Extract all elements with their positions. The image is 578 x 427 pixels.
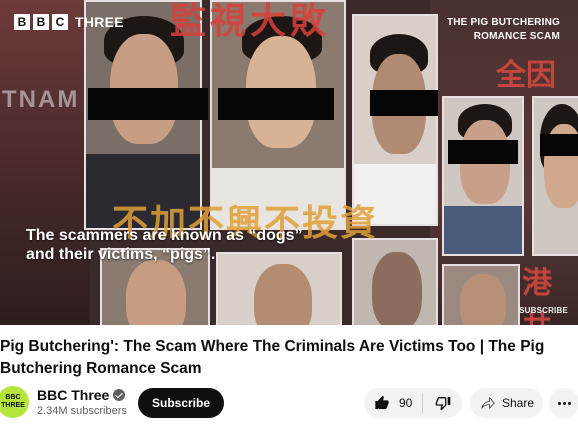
map-label: TNAM — [2, 86, 80, 113]
subtitle-line: The scammers are known as “dogs” — [26, 227, 303, 244]
share-button[interactable]: Share — [470, 388, 543, 418]
video-subtitle: The scammers are known as “dogs” and the… — [26, 226, 303, 264]
channel-name[interactable]: BBC Three — [37, 387, 126, 403]
censor-bar — [88, 88, 208, 120]
more-dot — [567, 401, 571, 405]
verified-icon — [113, 389, 126, 401]
thumbs-down-icon — [435, 397, 450, 411]
bbc-three-logo: B B C THREE — [14, 14, 124, 30]
bbc-three-text: THREE — [75, 14, 124, 30]
avatar-text: BBC — [5, 394, 21, 401]
video-overlay-title: THE PIG BUTCHERING ROMANCE SCAM — [447, 16, 560, 44]
map-background — [0, 0, 90, 325]
dislike-button[interactable] — [423, 388, 462, 418]
censor-bar — [218, 88, 334, 120]
more-dot — [557, 401, 561, 405]
subtitle-line: and their victims, “pigs”. — [26, 246, 216, 263]
share-label: Share — [502, 396, 535, 410]
channel-avatar[interactable]: BBC THREE — [0, 386, 29, 418]
censor-bar — [540, 134, 578, 156]
share-icon — [481, 397, 495, 409]
avatar-text: THREE — [1, 402, 25, 409]
overlay-title-line: ROMANCE SCAM — [473, 31, 560, 42]
chinese-sign-text: 監視大敗 — [170, 0, 331, 42]
channel-name-text: BBC Three — [37, 387, 110, 403]
like-count: 90 — [399, 396, 413, 410]
overlay-title-line: THE PIG BUTCHERING — [446, 17, 560, 28]
subscriber-count: 2.34M subscribers — [37, 405, 127, 417]
suspect-photo — [442, 264, 520, 325]
censor-bar — [370, 90, 438, 116]
censor-bar — [448, 140, 518, 164]
bbc-block: C — [52, 14, 68, 30]
thumbs-up-icon — [375, 395, 389, 409]
suspect-photo — [352, 238, 438, 325]
subscribe-button[interactable]: Subscribe — [138, 388, 225, 418]
suspect-photo — [532, 96, 578, 256]
bbc-block: B — [33, 14, 49, 30]
title-line: Pig Butchering': The Scam Where The Crim… — [0, 338, 545, 355]
chinese-sign-text: 全因 — [496, 58, 556, 93]
bbc-block: B — [14, 14, 30, 30]
like-button[interactable]: 90 — [364, 388, 422, 418]
video-player[interactable]: TNAM 監視大敗 不加不興不投資 全因 港共 — [0, 0, 578, 325]
video-title: Pig Butchering': The Scam Where The Crim… — [0, 336, 560, 380]
subscribe-watermark[interactable]: SUBSCRIBE — [519, 306, 568, 315]
title-line: Butchering Romance Scam — [0, 360, 202, 377]
like-dislike-group: 90 — [364, 388, 462, 418]
more-dot — [562, 401, 566, 405]
suspect-photo — [442, 96, 524, 256]
more-actions-button[interactable] — [549, 388, 578, 418]
